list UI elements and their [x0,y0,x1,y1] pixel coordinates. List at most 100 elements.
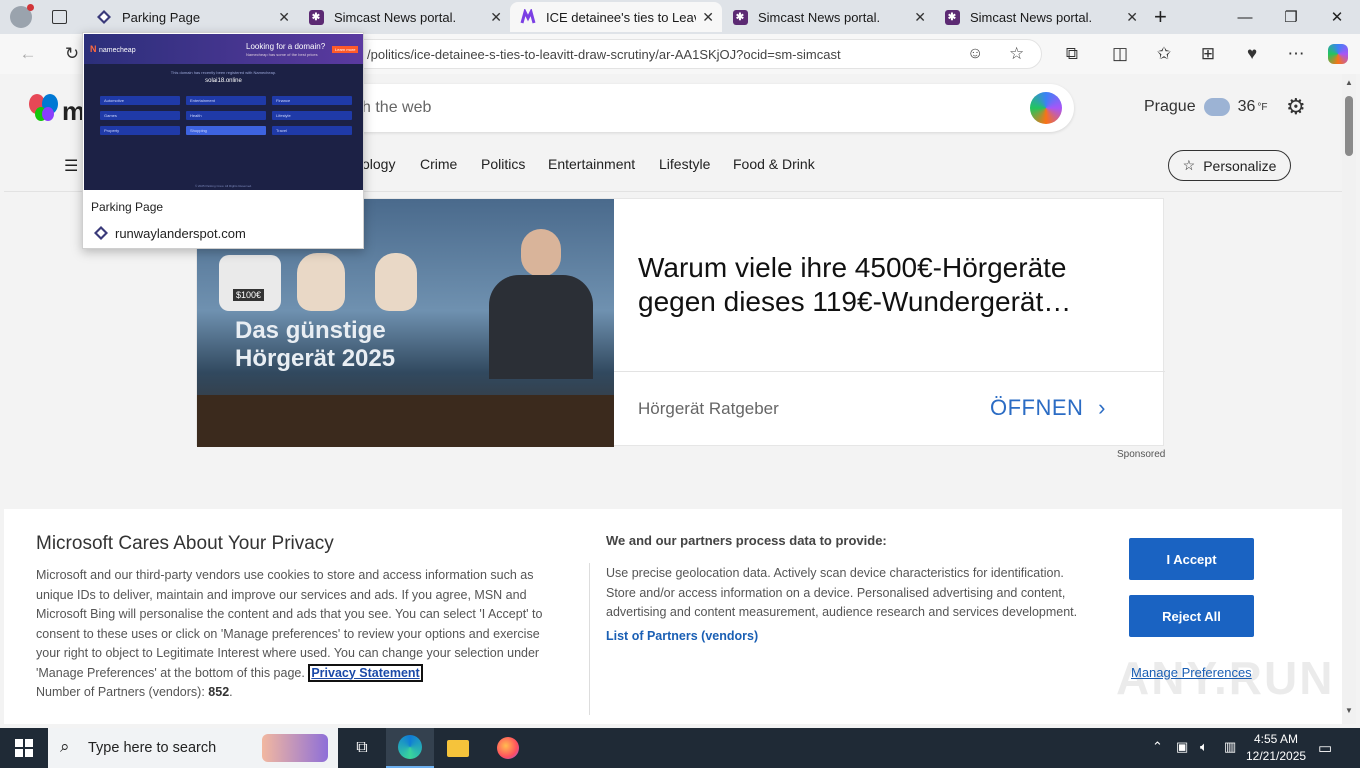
extensions-icon[interactable]: ⧉ [1060,42,1084,66]
ad-headline[interactable]: Warum viele ihre 4500€-Hörgeräte gegen d… [638,251,1138,319]
partners-count: 852 [208,685,230,699]
hamburger-menu-icon[interactable]: ☰ [64,156,78,176]
tab-simcast-1[interactable]: ✱ Simcast News portal. ✕ [298,2,510,32]
more-menu-icon[interactable]: ⋯ [1284,42,1308,66]
page-scrollbar[interactable]: ▲ ▼ [1342,74,1356,724]
preview-footer: © 2025 Parking Crew. All Rights Reserved… [194,184,253,188]
collections-icon[interactable]: ⊞ [1196,42,1220,66]
restore-button[interactable]: ❐ [1268,0,1314,34]
network-icon[interactable]: ▥ [1224,739,1236,755]
preview-cell: Lifestyle [272,111,352,120]
edge-taskbar-icon[interactable] [386,728,434,768]
preview-sub: Namecheap has some of the best prices [246,52,318,57]
process-title: We and our partners process data to prov… [606,533,887,548]
scroll-thumb[interactable] [1345,96,1353,156]
ad-image-text: Das günstige Hörgerät 2025 [235,317,396,372]
close-tab-icon[interactable]: ✕ [278,9,290,26]
minimize-button[interactable]: — [1222,0,1268,34]
favorites-icon[interactable]: ✩ [1152,42,1176,66]
volume-icon[interactable]: 🔈︎ [1200,739,1208,755]
back-arrow-icon[interactable]: ← [16,42,40,66]
task-view-button[interactable]: ⧉ [338,728,386,768]
nav-item-entertainment[interactable]: Entertainment [548,156,635,172]
clock-time: 4:55 AM [1253,732,1299,746]
search-placeholder: ch the web [354,99,432,116]
file-explorer-icon[interactable] [434,728,482,768]
close-tab-icon[interactable]: ✕ [702,9,714,26]
chevron-up-icon[interactable]: ⌃ [1152,739,1163,755]
list-of-partners-link[interactable]: List of Partners (vendors) [606,629,758,643]
scroll-up-arrow-icon[interactable]: ▲ [1345,78,1353,87]
preview-thumbnail: N namecheap Looking for a domain? Namech… [84,34,363,190]
close-tab-icon[interactable]: ✕ [1126,9,1138,26]
system-clock[interactable]: 4:55 AM 12/21/2025 [1246,731,1306,765]
tab-parking-page[interactable]: Parking Page ✕ [86,2,298,32]
nav-item-crime[interactable]: Crime [420,156,457,172]
tab-simcast-3[interactable]: ✱ Simcast News portal. ✕ [934,2,1146,32]
preview-cta: Learn more [332,46,359,53]
news-desk [197,395,614,447]
search-icon: ⌕ [60,737,70,756]
consent-body: Microsoft and our third-party vendors us… [36,568,543,699]
partners-count-label: Number of Partners (vendors): [36,685,205,699]
tab-label: ICE detainee's ties to Leavitt [546,9,696,25]
reject-all-button[interactable]: Reject All [1129,595,1254,637]
weather-unit: °F [1257,101,1268,113]
close-tab-icon[interactable]: ✕ [914,9,926,26]
hearing-aid-case: $100€ [219,255,281,311]
preview-note: This domain has recently been registered… [170,70,277,75]
ad-cta-button[interactable]: ÖFFNEN › [990,395,1106,421]
weather-widget[interactable]: Prague 36 °F [1144,98,1268,116]
notification-icon[interactable]: ▭ [1318,739,1332,757]
nav-item-lifestyle[interactable]: Lifestyle [659,156,710,172]
start-button[interactable] [0,728,48,768]
settings-gear-icon[interactable]: ⚙ [1286,94,1306,120]
taskbar-search[interactable]: ⌕ Type here to search [48,728,338,768]
diamond-favicon-icon [96,9,112,25]
star-edit-icon: ☆ [1182,157,1196,173]
preview-cell: Finance [272,96,352,105]
preview-cell: Automotive [100,96,180,105]
privacy-statement-link[interactable]: Privacy Statement [308,663,423,682]
address-url[interactable]: /politics/ice-detainee-s-ties-to-leavitt… [367,47,841,62]
copilot-icon[interactable] [1326,42,1350,66]
reading-mode-icon[interactable]: ☺ [967,45,983,63]
clock-date: 12/21/2025 [1246,749,1307,763]
firefox-icon[interactable] [484,728,532,768]
msn-logo[interactable] [28,92,62,127]
manage-preferences-link[interactable]: Manage Preferences [1131,665,1252,680]
accept-button[interactable]: I Accept [1129,538,1254,580]
profile-avatar[interactable] [10,4,34,28]
weather-city: Prague [1144,98,1196,115]
browser-essentials-icon[interactable]: ♥ [1240,42,1264,66]
favorite-star-icon[interactable]: ☆ [1009,44,1024,64]
scroll-down-arrow-icon[interactable]: ▼ [1345,706,1353,715]
ad-divider [614,371,1165,372]
consent-divider [589,563,590,715]
search-box[interactable]: ch the web [324,84,1074,132]
tab-simcast-2[interactable]: ✱ Simcast News portal. ✕ [722,2,934,32]
tab-ice-detainee[interactable]: ICE detainee's ties to Leavitt ✕ [510,2,722,32]
tab-label: Simcast News portal. [334,9,457,25]
close-window-button[interactable]: ✕ [1314,0,1360,34]
search-highlight-icon [262,734,328,762]
tab-strip: Parking Page ✕ ✱ Simcast News portal. ✕ … [0,0,1360,34]
refresh-icon[interactable]: ↻ [60,42,84,66]
weather-temp: 36 [1237,98,1256,115]
ad-box-label: $100€ [233,289,265,301]
personalize-button[interactable]: ☆ Personalize [1168,150,1291,181]
nav-item-food-drink[interactable]: Food & Drink [733,156,815,172]
tab-actions-icon[interactable] [52,10,67,24]
privacy-consent-banner: Microsoft Cares About Your Privacy Micro… [4,509,1342,724]
nav-item-politics[interactable]: Politics [481,156,525,172]
nav-item-technology[interactable]: ology [362,156,395,172]
msn-butterfly-icon [29,94,58,121]
new-tab-button[interactable]: + [1154,4,1167,30]
copilot-search-icon[interactable] [1030,92,1062,124]
presenter-figure [483,229,599,379]
split-screen-icon[interactable]: ◫ [1108,42,1132,66]
preview-headline: Looking for a domain? [246,42,326,51]
windows-taskbar: ⌕ Type here to search ⧉ ⌃ ▣ 🔈︎ ▥ 4:55 AM… [0,728,1360,768]
close-tab-icon[interactable]: ✕ [490,9,502,26]
meet-now-icon[interactable]: ▣ [1176,739,1188,755]
